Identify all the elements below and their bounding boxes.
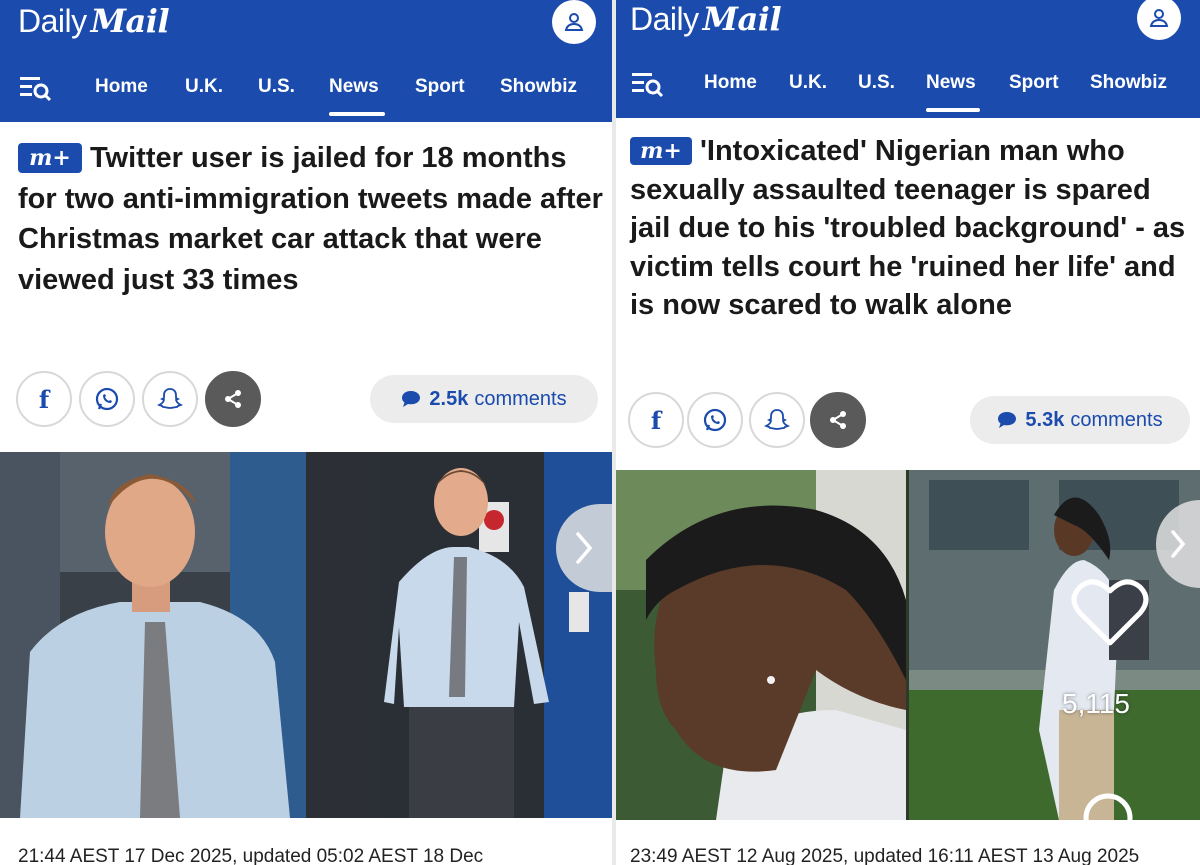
site-header: Daily Mail Home U.K. U.S. News Sport Show…: [0, 0, 612, 122]
like-count: 5,115: [1062, 688, 1130, 719]
user-icon: [1149, 9, 1169, 27]
article-photo-carousel[interactable]: [0, 452, 612, 818]
comments-label: comments: [474, 387, 567, 410]
left-article-panel: Daily Mail Home U.K. U.S. News Sport Show…: [0, 0, 612, 865]
menu-search-icon[interactable]: [18, 72, 52, 102]
share-icon: [225, 390, 241, 408]
share-facebook-button[interactable]: f: [628, 392, 684, 448]
nav-us[interactable]: U.S.: [858, 72, 895, 94]
nav-home[interactable]: Home: [95, 76, 148, 98]
chevron-right-icon: [576, 532, 593, 564]
nav-showbiz[interactable]: Showbiz: [500, 76, 577, 98]
main-nav: Home U.K. U.S. News Sport Showbiz: [616, 62, 1200, 112]
snapchat-icon: [764, 409, 790, 430]
nav-news[interactable]: News: [926, 72, 976, 94]
share-bar: f 5.3k comments: [628, 392, 1194, 448]
nav-home[interactable]: Home: [704, 72, 757, 94]
site-header: Daily Mail Home U.K. U.S. News Sport Show…: [616, 0, 1200, 118]
comments-label: comments: [1070, 408, 1163, 431]
share-facebook-button[interactable]: f: [16, 371, 72, 427]
headline-text: Twitter user is jailed for 18 months for…: [18, 142, 603, 296]
chevron-right-icon: [1171, 530, 1186, 558]
share-whatsapp-button[interactable]: [79, 371, 135, 427]
nav-active-indicator: [926, 108, 980, 112]
nav-us[interactable]: U.S.: [258, 76, 295, 98]
nav-sport[interactable]: Sport: [415, 76, 465, 98]
headline-text: 'Intoxicated' Nigerian man who sexually …: [630, 135, 1186, 321]
heart-icon[interactable]: [1070, 575, 1150, 649]
article-timestamp: 23:49 AEST 12 Aug 2025, updated 16:11 AE…: [630, 846, 1140, 865]
article-photo-2: [309, 452, 612, 818]
share-more-button[interactable]: [205, 371, 261, 427]
main-nav: Home U.K. U.S. News Sport Showbiz: [0, 66, 612, 116]
comments-button[interactable]: 2.5k comments: [370, 375, 598, 423]
mail-plus-badge: m+: [630, 137, 692, 166]
article-timestamp: 21:44 AEST 17 Dec 2025, updated 05:02 AE…: [18, 846, 484, 865]
whatsapp-icon: [703, 408, 727, 432]
comment-bubble-icon: [997, 411, 1017, 429]
menu-search-icon[interactable]: [630, 68, 664, 98]
whatsapp-icon: [95, 387, 119, 411]
facebook-icon: f: [38, 384, 50, 414]
nav-showbiz[interactable]: Showbiz: [1090, 72, 1167, 94]
facebook-icon: f: [650, 405, 662, 435]
comment-bubble-icon: [401, 390, 421, 408]
article-photo-2: [909, 470, 1200, 820]
nav-news[interactable]: News: [329, 76, 379, 98]
article-headline[interactable]: m+ 'Intoxicated' Nigerian man who sexuall…: [630, 132, 1190, 325]
nav-uk[interactable]: U.K.: [789, 72, 827, 94]
mail-plus-badge: m+: [18, 143, 82, 174]
nav-sport[interactable]: Sport: [1009, 72, 1059, 94]
search-icon[interactable]: [1076, 788, 1148, 860]
nav-active-indicator: [329, 112, 385, 116]
article-photo-1: [616, 470, 906, 820]
share-bar: f 2.5k comments: [16, 371, 606, 427]
share-snapchat-button[interactable]: [749, 392, 805, 448]
account-button[interactable]: [552, 0, 596, 44]
comments-count: 5.3k: [1025, 408, 1065, 431]
share-icon: [830, 411, 846, 429]
share-whatsapp-button[interactable]: [687, 392, 743, 448]
share-snapchat-button[interactable]: [142, 371, 198, 427]
article-headline[interactable]: m+ Twitter user is jailed for 18 months f…: [18, 138, 603, 300]
account-button[interactable]: [1137, 0, 1181, 40]
nav-uk[interactable]: U.K.: [185, 76, 223, 98]
site-logo[interactable]: Daily Mail: [630, 0, 782, 38]
article-photo-1: [0, 452, 306, 818]
snapchat-icon: [157, 388, 183, 409]
comments-button[interactable]: 5.3k comments: [970, 396, 1190, 444]
site-logo[interactable]: Daily Mail: [18, 2, 170, 40]
comments-count: 2.5k: [429, 387, 469, 410]
right-article-panel: Daily Mail Home U.K. U.S. News Sport Show…: [616, 0, 1200, 865]
share-more-button[interactable]: [810, 392, 866, 448]
user-icon: [564, 13, 584, 31]
